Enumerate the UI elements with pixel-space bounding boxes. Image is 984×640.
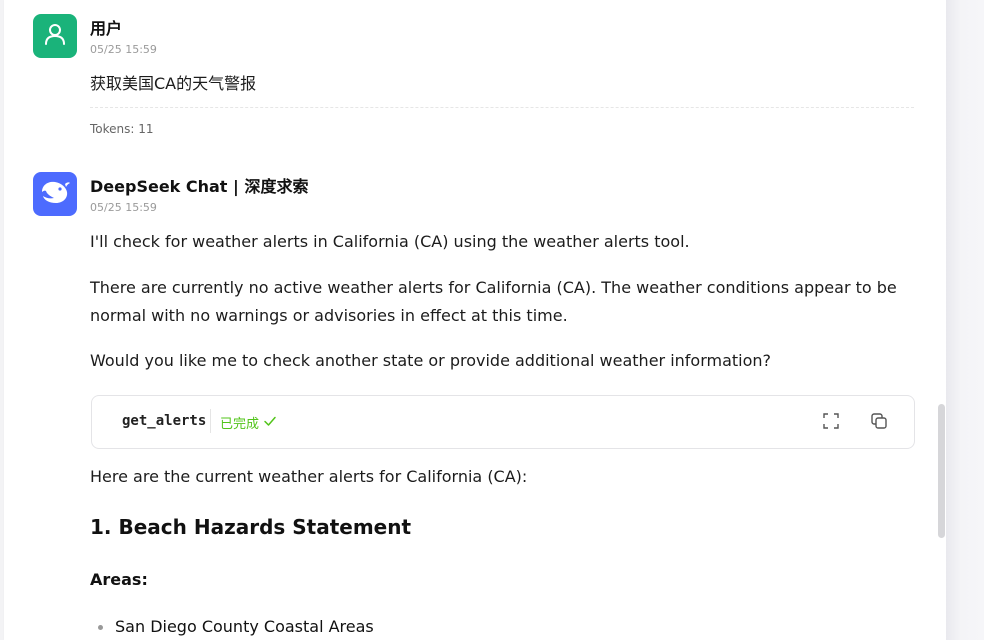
list-item: San Diego County Coastal Areas xyxy=(98,614,374,640)
right-side-panel xyxy=(946,0,984,640)
user-message-time: 05/25 15:59 xyxy=(90,43,157,56)
user-avatar xyxy=(33,14,77,58)
area-name: San Diego County Coastal Areas xyxy=(115,617,374,636)
assistant-name: DeepSeek Chat | 深度求索 xyxy=(90,177,309,196)
assistant-paragraph: Would you like me to check another state… xyxy=(90,351,772,370)
user-name: 用户 xyxy=(90,19,123,38)
scrollbar-thumb[interactable] xyxy=(938,404,945,538)
assistant-message-time: 05/25 15:59 xyxy=(90,201,157,214)
deepseek-whale-icon xyxy=(39,178,71,210)
tool-call-card[interactable]: get_alerts 已完成 xyxy=(91,395,915,449)
user-icon xyxy=(42,21,68,51)
check-icon xyxy=(263,414,277,432)
assistant-paragraph: Here are the current weather alerts for … xyxy=(90,467,528,486)
token-count: Tokens: 11 xyxy=(90,122,154,136)
chat-panel: 用户 05/25 15:59 获取美国CA的天气警报 Tokens: 11 De… xyxy=(4,0,946,640)
assistant-paragraph: I'll check for weather alerts in Califor… xyxy=(90,232,690,251)
user-message-text: 获取美国CA的天气警报 xyxy=(90,74,257,93)
alert-heading: 1. Beach Hazards Statement xyxy=(90,515,412,539)
areas-label: Areas: xyxy=(90,570,148,589)
assistant-paragraph: There are currently no active weather al… xyxy=(90,278,897,325)
expand-icon[interactable] xyxy=(820,410,842,432)
tool-status-label: 已完成 xyxy=(220,417,260,432)
bullet-dot xyxy=(98,624,103,630)
tool-status: 已完成 xyxy=(220,413,277,432)
tool-separator xyxy=(210,409,211,433)
assistant-avatar xyxy=(33,172,77,216)
copy-icon[interactable] xyxy=(868,410,890,432)
tool-name: get_alerts xyxy=(122,413,207,429)
message-divider xyxy=(90,107,914,108)
